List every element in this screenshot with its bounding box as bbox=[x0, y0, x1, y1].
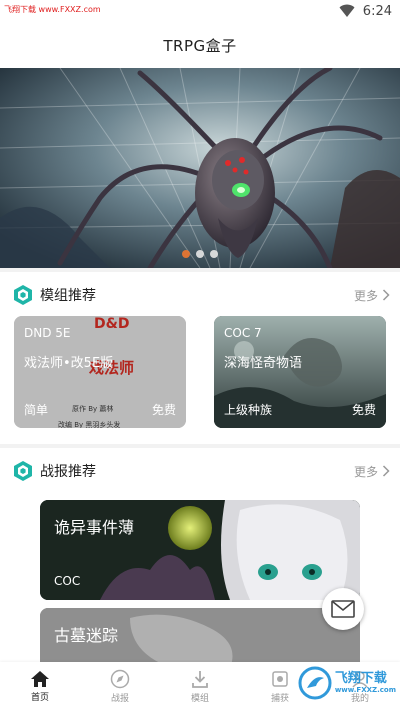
nav-label: 战报 bbox=[110, 694, 129, 704]
report-more-link[interactable]: 更多 bbox=[354, 463, 390, 480]
module-credit-original: 原作 By 蕭林 bbox=[72, 405, 114, 413]
report-section-header: 战报推荐 更多 bbox=[12, 458, 390, 484]
module-name: 深海怪奇物语 bbox=[224, 356, 303, 371]
hex-logo-icon bbox=[14, 461, 32, 481]
module-section-header: 模组推荐 更多 bbox=[12, 282, 390, 308]
report-system: COC bbox=[54, 574, 81, 588]
compass-icon bbox=[110, 669, 130, 689]
report-card[interactable]: 诡异事件薄 COC bbox=[40, 500, 360, 600]
nav-item-reports[interactable]: 战报 bbox=[80, 662, 160, 711]
module-difficulty: 简单 bbox=[24, 403, 49, 417]
message-button[interactable] bbox=[322, 588, 364, 630]
status-time: 6:24 bbox=[362, 3, 392, 19]
watermark-text-block: 飞翔下载 www.FXXZ.com bbox=[335, 671, 396, 695]
section-title: 战报推荐 bbox=[40, 464, 96, 480]
pager-dot[interactable] bbox=[210, 250, 218, 258]
capture-icon bbox=[272, 671, 288, 687]
section-title: 模组推荐 bbox=[40, 288, 96, 304]
corner-watermark: 飞翔下载 www.FXXZ.com bbox=[298, 666, 396, 700]
module-difficulty: 上级种族 bbox=[224, 403, 273, 417]
status-indicators: 6:24 bbox=[339, 2, 392, 20]
module-price: 免费 bbox=[351, 403, 376, 417]
banner-pager bbox=[0, 250, 400, 258]
cover-logo-text: D&D bbox=[94, 316, 130, 332]
download-icon bbox=[192, 671, 208, 688]
hex-logo-icon bbox=[14, 285, 32, 305]
status-bar: 飞翔下载 www.FXXZ.com 6:24 bbox=[0, 0, 400, 22]
chevron-right-icon bbox=[382, 465, 390, 477]
report-title: 古墓迷踪 bbox=[54, 626, 119, 645]
watermark-line1: 飞翔下载 bbox=[334, 671, 387, 686]
chevron-right-icon bbox=[382, 289, 390, 301]
module-card[interactable]: D&D 戏法师 DND 5E 戏法师•改5E版 简单 免费 原作 By 蕭林 改… bbox=[14, 316, 186, 428]
more-label: 更多 bbox=[353, 288, 378, 303]
app-header: TRPG盒子 bbox=[0, 22, 400, 68]
app-title: TRPG盒子 bbox=[163, 36, 237, 55]
module-price: 免费 bbox=[151, 403, 176, 417]
nav-label: 首页 bbox=[30, 693, 49, 703]
nav-label: 捕获 bbox=[270, 694, 289, 704]
nav-label: 模组 bbox=[190, 694, 209, 704]
pager-dot[interactable] bbox=[196, 250, 204, 258]
nav-item-modules[interactable]: 模组 bbox=[160, 662, 240, 711]
module-system-tag: COC 7 bbox=[224, 326, 262, 340]
more-label: 更多 bbox=[353, 464, 378, 479]
watermark-logo-icon bbox=[298, 666, 332, 700]
home-icon bbox=[31, 671, 49, 687]
watermark-line2: www.FXXZ.com bbox=[334, 686, 396, 694]
mail-icon bbox=[331, 600, 355, 618]
module-credit-adapt: 改编 By 黑羽乡头发 bbox=[58, 421, 121, 428]
watermark-text: 飞翔下载 www.FXXZ.com bbox=[4, 5, 101, 14]
pager-dot[interactable] bbox=[182, 250, 190, 258]
module-card[interactable]: COC 7 深海怪奇物语 上级种族 免费 bbox=[214, 316, 386, 428]
banner-image bbox=[0, 68, 400, 268]
nav-item-home[interactable]: 首页 bbox=[0, 662, 80, 711]
module-section: 模组推荐 更多 D&D 戏法师 DND 5E 戏法师•改5E版 简单 免费 原作… bbox=[0, 272, 400, 444]
banner-carousel[interactable] bbox=[0, 68, 400, 268]
wifi-icon bbox=[339, 4, 355, 17]
module-name: 戏法师•改5E版 bbox=[24, 356, 114, 371]
module-system-tag: DND 5E bbox=[24, 326, 71, 340]
module-more-link[interactable]: 更多 bbox=[354, 287, 390, 304]
report-title: 诡异事件薄 bbox=[54, 518, 135, 537]
